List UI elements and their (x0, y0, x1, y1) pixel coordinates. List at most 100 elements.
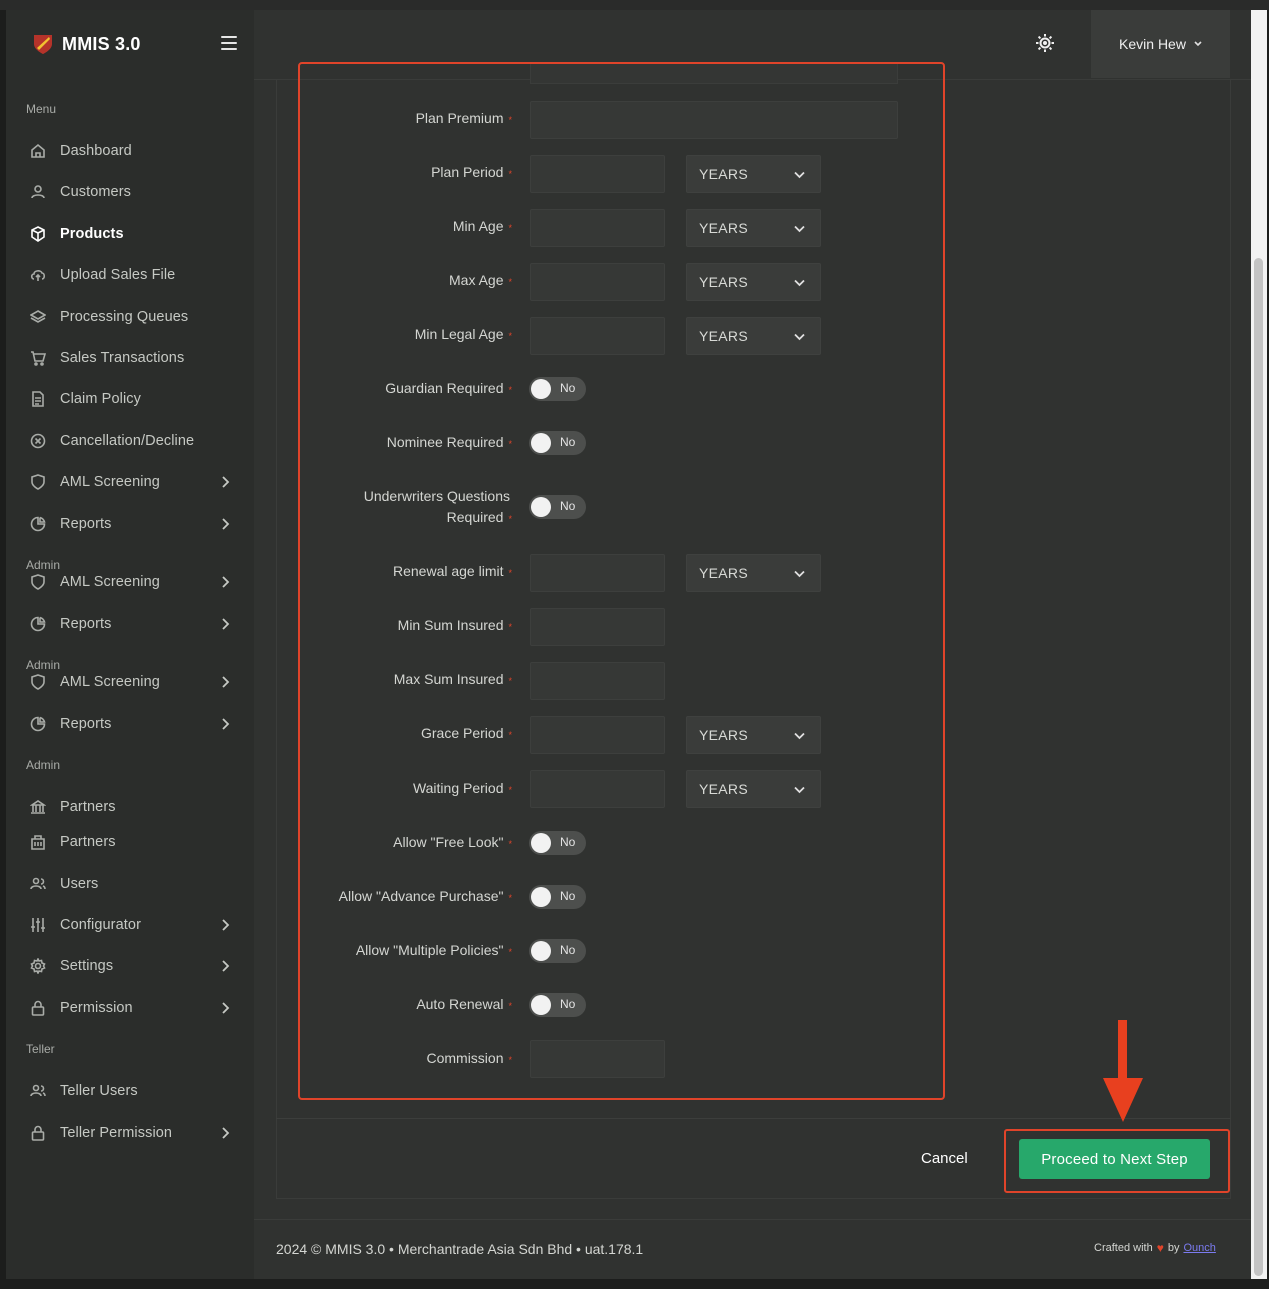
sidebar-item-reports[interactable]: Reports (26, 509, 240, 539)
sliders-icon (29, 916, 47, 934)
chevron-right-icon (222, 918, 230, 932)
sidebar-item-aml-screening[interactable]: AML Screening (26, 567, 240, 597)
sidebar-item-label: Customers (60, 184, 131, 200)
sidebar-item-aml-screening[interactable]: AML Screening (26, 467, 240, 497)
auto-renewal-toggle[interactable]: No (529, 993, 586, 1017)
plan-period-unit-select[interactable]: YEARS (686, 155, 821, 193)
box-icon (29, 225, 47, 243)
pie-chart-icon (29, 615, 47, 633)
user-icon (29, 183, 47, 201)
footer-author-link[interactable]: Ounch (1183, 1242, 1215, 1254)
shield-icon (29, 573, 47, 591)
sidebar-item-label: AML Screening (60, 574, 160, 590)
sidebar-item-teller-users[interactable]: Teller Users (26, 1076, 240, 1106)
sidebar-item-label: Reports (60, 516, 112, 532)
field-label: Grace Period * (421, 725, 512, 741)
nominee-required-toggle[interactable]: No (529, 431, 586, 455)
sidebar-item-cancellation-decline[interactable]: Cancellation/Decline (26, 426, 240, 456)
chevron-down-icon (794, 732, 805, 740)
sidebar-item-reports[interactable]: Reports (26, 609, 240, 639)
app-logo[interactable]: MMIS 3.0 (32, 32, 141, 56)
allow-multiple-policies-toggle[interactable]: No (529, 939, 586, 963)
chevron-right-icon (222, 675, 230, 689)
sidebar-item-customers[interactable]: Customers (26, 177, 240, 207)
sidebar-item-reports[interactable]: Reports (26, 709, 240, 739)
sidebar-item-teller-permission[interactable]: Teller Permission (26, 1118, 240, 1148)
sidebar-item-label: Partners (60, 834, 116, 850)
min-legal-age-unit-select[interactable]: YEARS (686, 317, 821, 355)
chevron-down-icon (794, 786, 805, 794)
sidebar-item-label: Reports (60, 616, 112, 632)
annotation-arrow-icon (1103, 1020, 1143, 1122)
chevron-right-icon (222, 517, 230, 531)
sidebar-item-label: Teller Permission (60, 1125, 173, 1141)
chevron-down-icon (794, 279, 805, 287)
sidebar-item-label: Configurator (60, 917, 141, 933)
sidebar-item-label: Users (60, 876, 99, 892)
field-label: Max Age * (449, 272, 512, 288)
section-label-menu: Menu (26, 102, 57, 116)
waiting-period-unit-select[interactable]: YEARS (686, 770, 821, 808)
sidebar-item-aml-screening[interactable]: AML Screening (26, 667, 240, 697)
renewal-age-limit-unit-select[interactable]: YEARS (686, 554, 821, 592)
commission-input[interactable] (530, 1040, 665, 1078)
chevron-down-icon (1194, 41, 1202, 47)
field-label: Min Sum Insured * (397, 617, 512, 633)
card-footer-divider (276, 1118, 1231, 1119)
sidebar-item-dashboard[interactable]: Dashboard (26, 136, 240, 166)
cancel-button[interactable]: Cancel (921, 1147, 968, 1169)
renewal-age-limit-input[interactable] (530, 554, 665, 592)
sidebar-item-products[interactable]: Products (26, 219, 240, 249)
sidebar-item-label: Permission (60, 1000, 133, 1016)
sidebar-item-label: Cancellation/Decline (60, 433, 195, 449)
lock-icon (29, 999, 47, 1017)
sidebar-item-claim-policy[interactable]: Claim Policy (26, 384, 240, 414)
sidebar-item-sales-transactions[interactable]: Sales Transactions (26, 343, 240, 373)
sidebar-item-processing-queues[interactable]: Processing Queues (26, 302, 240, 332)
field-label: Min Age * (452, 218, 512, 234)
sidebar-item-permission[interactable]: Permission (26, 993, 240, 1023)
max-sum-insured-input[interactable] (530, 662, 665, 700)
underwriters-questions-toggle[interactable]: No (529, 495, 586, 519)
sidebar-item-partners[interactable]: Partners (26, 827, 240, 857)
scrollbar-thumb[interactable] (1254, 258, 1263, 1276)
field-label: Allow "Advance Purchase" * (338, 888, 512, 904)
field-label: Renewal age limit * (392, 563, 512, 579)
sidebar-item-label: Upload Sales File (60, 267, 176, 283)
sidebar-item-users[interactable]: Users (26, 869, 240, 899)
lock-icon (29, 1124, 47, 1142)
field-label: Plan Premium * (415, 110, 512, 126)
user-menu[interactable]: Kevin Hew (1091, 10, 1230, 78)
plan-period-input[interactable] (530, 155, 665, 193)
proceed-next-step-button[interactable]: Proceed to Next Step (1019, 1139, 1210, 1179)
max-age-input[interactable] (530, 263, 665, 301)
section-label-teller: Teller (26, 1042, 55, 1056)
sidebar-item-label: Claim Policy (60, 391, 141, 407)
sun-icon[interactable] (1035, 33, 1055, 53)
sidebar-item-configurator[interactable]: Configurator (26, 910, 240, 940)
allow-free-look-toggle[interactable]: No (529, 831, 586, 855)
min-age-input[interactable] (530, 209, 665, 247)
pie-chart-icon (29, 515, 47, 533)
window-top-strip (0, 0, 1269, 10)
guardian-required-toggle[interactable]: No (529, 377, 586, 401)
pie-chart-icon (29, 715, 47, 733)
sidebar-item-upload-sales-file[interactable]: Upload Sales File (26, 260, 240, 290)
max-age-unit-select[interactable]: YEARS (686, 263, 821, 301)
min-sum-insured-input[interactable] (530, 608, 665, 646)
chevron-down-icon (794, 333, 805, 341)
app-title: MMIS 3.0 (62, 33, 141, 54)
sidebar-item-label: Partners (60, 799, 116, 815)
grace-period-unit-select[interactable]: YEARS (686, 716, 821, 754)
sidebar-item-settings[interactable]: Settings (26, 951, 240, 981)
field-label: Auto Renewal * (416, 996, 512, 1012)
allow-advance-purchase-toggle[interactable]: No (529, 885, 586, 909)
sidebar-item-partners[interactable]: Partners (26, 792, 240, 822)
field-label: Plan Period * (431, 164, 512, 180)
plan-premium-input[interactable] (530, 101, 898, 139)
min-legal-age-input[interactable] (530, 317, 665, 355)
waiting-period-input[interactable] (530, 770, 665, 808)
menu-toggle-icon[interactable] (221, 36, 237, 50)
grace-period-input[interactable] (530, 716, 665, 754)
min-age-unit-select[interactable]: YEARS (686, 209, 821, 247)
